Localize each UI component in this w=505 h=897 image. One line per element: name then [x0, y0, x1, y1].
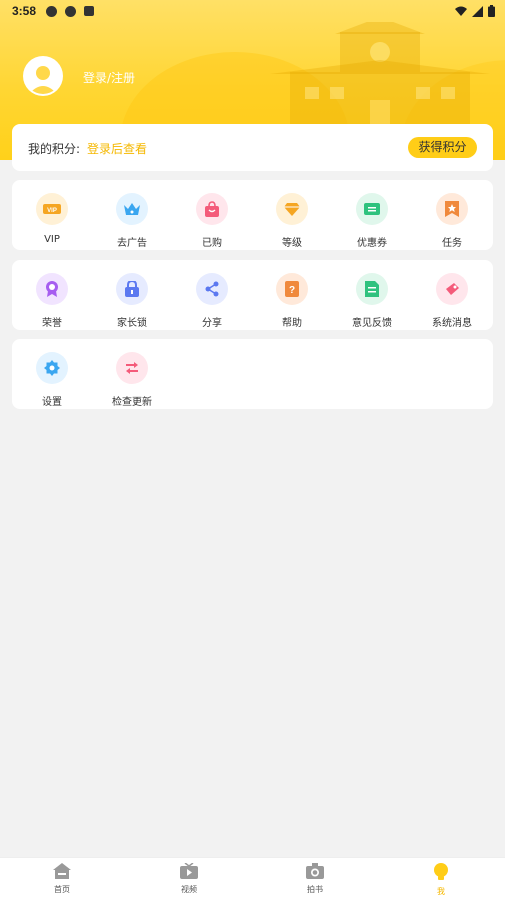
tab-scan-book[interactable]: 拍书 [285, 863, 345, 895]
grid-item-feedback[interactable]: 意见反馈 [332, 273, 412, 329]
svg-text:?: ? [289, 285, 295, 296]
points-login-link[interactable]: 登录后查看 [87, 140, 147, 157]
grid-item-label: 优惠券 [357, 238, 387, 249]
grid-item-label: 意见反馈 [352, 318, 392, 329]
tab-label: 拍书 [307, 885, 323, 894]
grid-item-crown[interactable]: 去广告 [92, 193, 172, 249]
coupon-icon [356, 193, 388, 225]
help-book-icon: ? [276, 273, 308, 305]
feedback-icon [356, 273, 388, 305]
grid-item-label: 等级 [282, 238, 302, 249]
grid-item-coupon[interactable]: 优惠券 [332, 193, 412, 249]
medal-icon [36, 273, 68, 305]
vip-icon: VIP [36, 193, 68, 225]
school-illustration [270, 22, 490, 132]
grid-item-bookmark[interactable]: 任务 [412, 193, 492, 249]
grid-item-label: 家长锁 [117, 318, 147, 329]
wifi-icon [455, 6, 467, 16]
bookmark-icon [436, 193, 468, 225]
grid-item-label: 去广告 [117, 238, 147, 249]
tab-label: 视频 [181, 885, 197, 894]
alert-icon [65, 5, 77, 17]
grid-item-message[interactable]: 系统消息 [412, 273, 492, 329]
grid-item-label: 已购 [202, 238, 222, 249]
grid-item-label: VIP [44, 234, 60, 245]
grid-item-vip[interactable]: VIP VIP [12, 193, 92, 245]
status-bar: 3:58 [0, 0, 505, 22]
grid-item-label: 分享 [202, 318, 222, 329]
grid-item-label: 系统消息 [432, 318, 472, 329]
gear-icon [36, 352, 68, 384]
tab-label: 我 [437, 887, 445, 896]
shopping-bag-icon [196, 193, 228, 225]
camera-icon [306, 863, 324, 879]
crown-icon [116, 193, 148, 225]
bottom-tab-bar: 首页 视频 拍书 我 [0, 857, 505, 897]
grid-item-update[interactable]: 检查更新 [92, 352, 172, 408]
login-register-link[interactable]: 登录/注册 [83, 69, 135, 86]
grid-item-label: 任务 [442, 238, 462, 249]
tab-label: 首页 [54, 885, 70, 894]
get-points-button[interactable]: 获得积分 [408, 137, 477, 158]
update-icon [116, 352, 148, 384]
grid-item-label: 荣誉 [42, 318, 62, 329]
points-card: 我的积分: 登录后查看 获得积分 [12, 124, 493, 171]
feature-grid-row: 设置 检查更新 [12, 339, 493, 409]
status-time: 3:58 [12, 4, 37, 18]
message-icon [436, 273, 468, 305]
grid-item-label: 帮助 [282, 318, 302, 329]
tab-home[interactable]: 首页 [32, 863, 92, 895]
battery-icon [488, 5, 495, 17]
grid-item-shopping-bag[interactable]: 已购 [172, 193, 252, 249]
lock-icon [116, 273, 148, 305]
signal-icon [472, 5, 483, 17]
tab-video[interactable]: 视频 [159, 862, 219, 895]
notification-icon [84, 6, 95, 16]
profile-bulb-icon [434, 863, 448, 880]
home-icon [53, 863, 71, 879]
alert-icon [46, 5, 58, 17]
grid-item-label: 检查更新 [112, 397, 152, 408]
video-icon [180, 862, 198, 879]
share-icon [196, 273, 228, 305]
grid-item-gem[interactable]: 等级 [252, 193, 332, 249]
grid-item-label: 设置 [42, 397, 62, 408]
gem-icon [276, 193, 308, 225]
grid-item-help-book[interactable]: ? 帮助 [252, 273, 332, 329]
grid-item-share[interactable]: 分享 [172, 273, 252, 329]
grid-item-medal[interactable]: 荣誉 [12, 273, 92, 329]
avatar[interactable] [23, 56, 63, 96]
points-label: 我的积分: [28, 142, 81, 156]
feature-grid-row: 荣誉 家长锁 分享? 帮助 意见反馈 系统消息 [12, 260, 493, 330]
svg-text:VIP: VIP [47, 208, 57, 214]
grid-item-lock[interactable]: 家长锁 [92, 273, 172, 329]
tab-me[interactable]: 我 [411, 863, 471, 897]
grid-item-gear[interactable]: 设置 [12, 352, 92, 408]
feature-grid-row: VIP VIP 去广告 已购 等级 优惠券 任务 [12, 180, 493, 250]
